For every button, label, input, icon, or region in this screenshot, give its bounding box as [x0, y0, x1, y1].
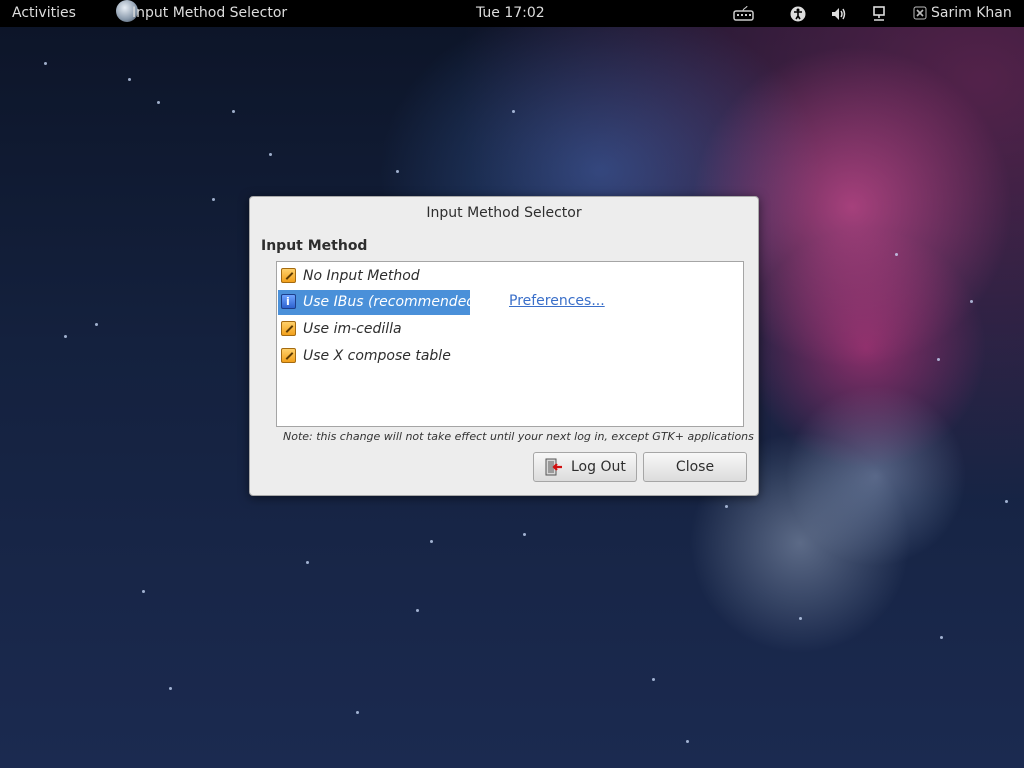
option-use-x-compose-table[interactable]: Use X compose table [278, 344, 451, 369]
star [799, 617, 802, 620]
option-label: Use IBus (recommended) [303, 294, 481, 310]
star [44, 62, 47, 65]
dialog-title: Input Method Selector [426, 205, 582, 221]
star [306, 561, 309, 564]
info-icon [281, 294, 296, 309]
star [940, 636, 943, 639]
star [970, 300, 973, 303]
close-button[interactable]: Close [643, 452, 747, 482]
star [512, 110, 515, 113]
preferences-link[interactable]: Preferences... [509, 292, 605, 310]
option-use-im-cedilla[interactable]: Use im-cedilla [278, 317, 448, 342]
star [895, 253, 898, 256]
star [169, 687, 172, 690]
note-text: Note: this change will not take effect u… [283, 430, 754, 443]
star [232, 110, 235, 113]
option-label: No Input Method [303, 268, 420, 284]
star [523, 533, 526, 536]
option-no-input-method[interactable]: No Input Method [278, 264, 448, 289]
star [430, 540, 433, 543]
log-out-button[interactable]: Log Out [533, 452, 637, 482]
star [142, 590, 145, 593]
star [157, 101, 160, 104]
option-use-ibus[interactable]: Use IBus (recommended) [278, 290, 481, 315]
option-label: Use X compose table [303, 348, 451, 364]
star [937, 358, 940, 361]
star [725, 505, 728, 508]
activities-button[interactable]: Activities [12, 5, 76, 21]
star [1005, 500, 1008, 503]
input-method-icon [281, 268, 296, 283]
star [64, 335, 67, 338]
clock[interactable]: Tue 17:02 [476, 5, 545, 21]
input-method-icon [281, 321, 296, 336]
star [212, 198, 215, 201]
user-menu[interactable]: Sarim Khan [931, 5, 1012, 21]
top-panel: Activities Input Method Selector Tue 17:… [0, 0, 1024, 27]
star [356, 711, 359, 714]
input-method-label: Input Method [261, 238, 368, 254]
input-method-dialog: Input Method Selector Input Method No In… [249, 196, 759, 496]
star [95, 323, 98, 326]
input-method-list[interactable]: No Input Method Use IBus (recommended) P… [276, 261, 744, 427]
star [652, 678, 655, 681]
app-menu-title[interactable]: Input Method Selector [132, 5, 287, 21]
option-label: Use im-cedilla [303, 321, 402, 337]
log-out-icon [545, 458, 562, 476]
log-out-label: Log Out [571, 459, 626, 475]
input-method-icon [281, 348, 296, 363]
star [416, 609, 419, 612]
keyboard-icon[interactable] [733, 5, 754, 21]
volume-icon[interactable] [830, 6, 846, 21]
star [396, 170, 399, 173]
star [269, 153, 272, 156]
accessibility-icon[interactable] [790, 6, 806, 22]
network-icon[interactable] [871, 6, 887, 21]
user-status-icon[interactable] [912, 6, 928, 21]
star [128, 78, 131, 81]
star [686, 740, 689, 743]
